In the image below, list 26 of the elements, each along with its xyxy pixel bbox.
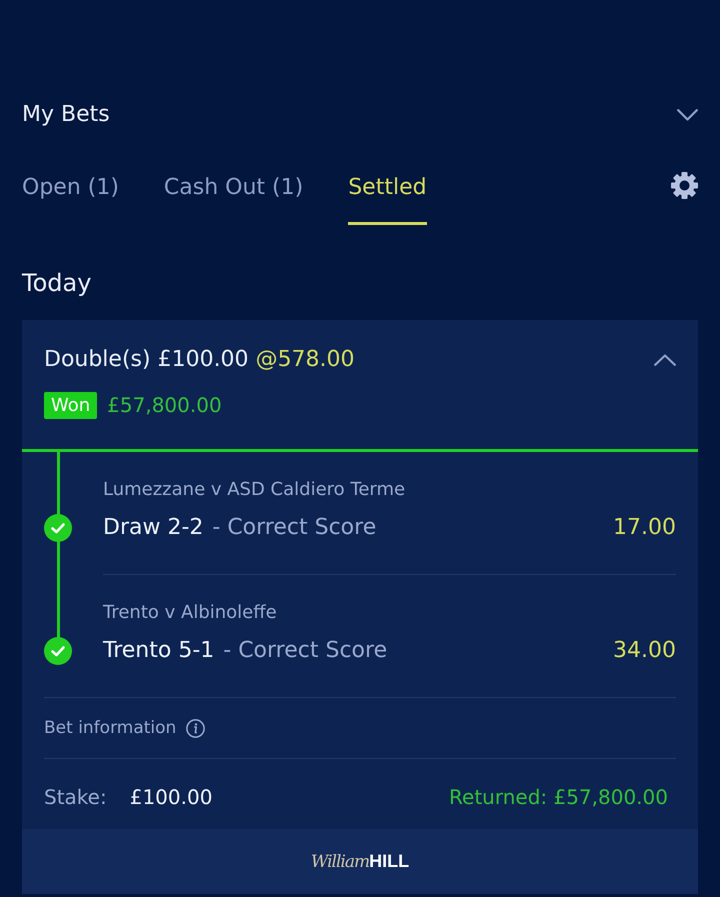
settings-icon[interactable] xyxy=(671,172,698,199)
stake-value: £100.00 xyxy=(130,784,212,811)
stake-label: Stake: xyxy=(44,784,107,811)
return-amount: £57,800.00 xyxy=(107,392,222,419)
leg-selection: Draw 2-2 xyxy=(103,514,204,542)
leg-odds: 34.00 xyxy=(613,637,676,665)
leg-odds: 17.00 xyxy=(613,514,676,542)
info-icon[interactable] xyxy=(186,718,206,738)
bet-odds: @578.00 xyxy=(256,346,355,374)
tab[interactable]: Cash Out (1) xyxy=(164,174,304,225)
tab[interactable]: Settled xyxy=(348,174,427,225)
bet-title: Double(s) £100.00 xyxy=(44,346,249,374)
leg-event: Lumezzane v ASD Caldiero Terme xyxy=(103,478,406,502)
tab[interactable]: Open (1) xyxy=(22,174,119,225)
brand-logo: WilliamHILL xyxy=(310,850,410,873)
page-title: My Bets xyxy=(22,101,110,129)
leg-selection: Trento 5-1 xyxy=(103,637,214,665)
chevron-up-icon[interactable] xyxy=(654,354,676,366)
bet-information-link[interactable]: Bet information xyxy=(44,716,176,740)
section-title: Today xyxy=(22,268,92,299)
leg-market: - Correct Score xyxy=(223,637,388,665)
chevron-down-icon[interactable] xyxy=(677,109,698,121)
leg-event: Trento v Albinoleffe xyxy=(103,601,278,625)
leg-market: - Correct Score xyxy=(212,514,376,542)
returned-amount: Returned: £57,800.00 xyxy=(449,784,668,811)
status-badge: Won xyxy=(44,392,98,418)
